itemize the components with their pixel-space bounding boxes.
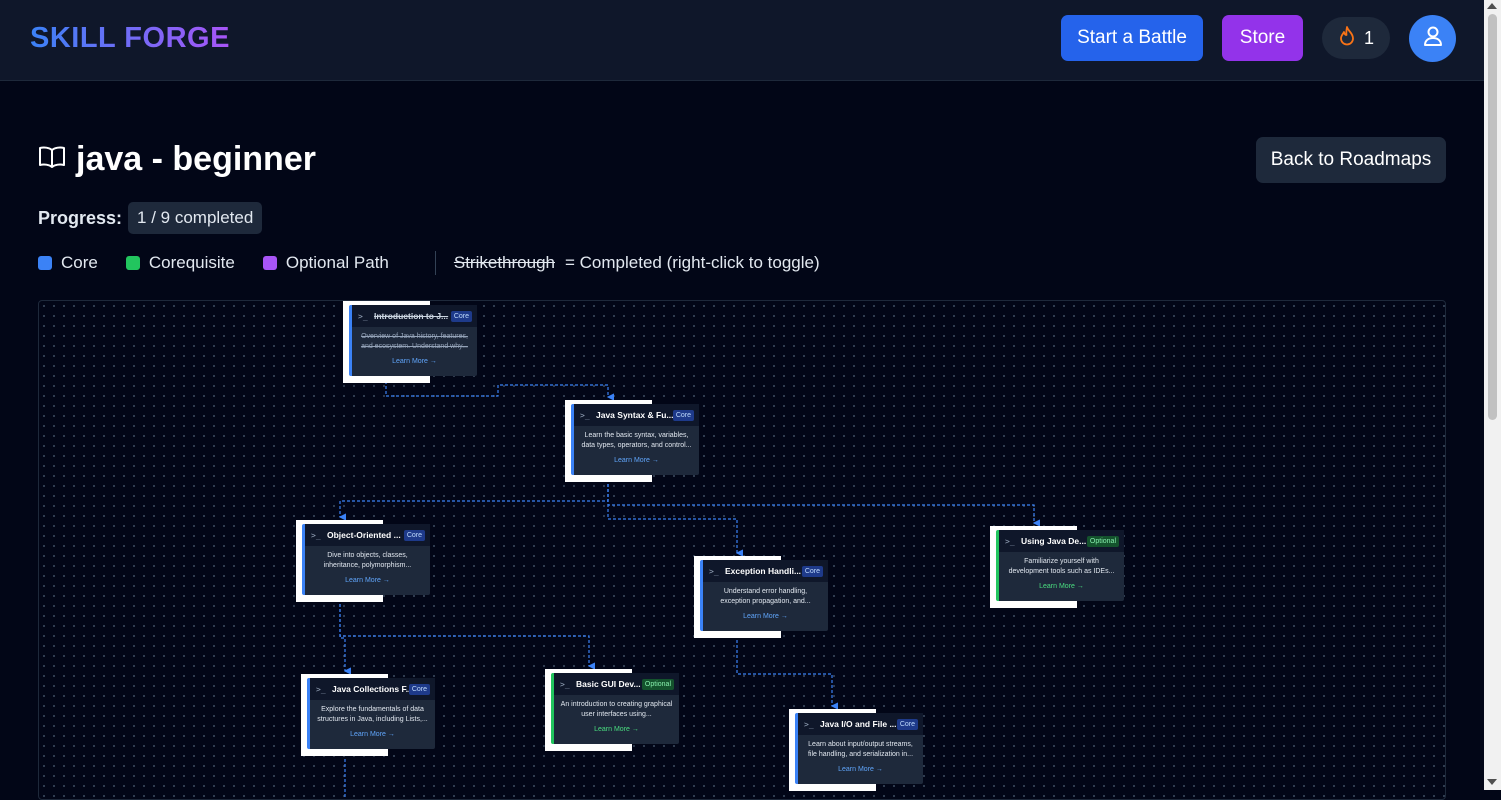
node-description: Explore the fundamentals of data structu… [317, 706, 428, 723]
legend-core: Core [38, 253, 98, 273]
learn-more-link[interactable]: Learn More → [574, 457, 699, 464]
learn-more-link[interactable]: Learn More → [999, 583, 1124, 590]
edge-intro-syntax [385, 381, 614, 401]
node-tag: Optional [641, 678, 674, 690]
streak-count: 1 [1363, 27, 1374, 48]
node-title: Using Java De... [1021, 536, 1087, 546]
progress-label: Progress: [38, 207, 123, 228]
legend-divider [434, 251, 436, 275]
app-logo[interactable]: SKILL FORGE [30, 22, 230, 55]
page-header: java - beginner [38, 140, 316, 179]
corequisite-swatch [125, 256, 140, 270]
learn-more-link[interactable]: Learn More → [554, 726, 679, 733]
learn-more-link[interactable]: Learn More → [352, 358, 477, 365]
node-title: Java I/O and File ... [820, 719, 897, 729]
page-title: java - beginner [76, 140, 316, 178]
legend-strike-word: Strikethrough [453, 253, 555, 272]
node-description: Familiarize yourself with development to… [1008, 558, 1115, 575]
back-to-roadmaps-button[interactable]: Back to Roadmaps [1256, 137, 1446, 183]
node-tag: Core [408, 683, 430, 695]
scroll-down-arrow[interactable] [1487, 779, 1497, 785]
node-title: Exception Handli... [725, 566, 802, 576]
progress-badge: 1 / 9 completed [128, 202, 263, 234]
start-battle-button[interactable]: Start a Battle [1061, 15, 1203, 61]
learn-more-link[interactable]: Learn More → [305, 577, 430, 584]
optional-swatch [262, 256, 277, 270]
node-title: Introduction to J... [374, 311, 449, 321]
legend-strike-desc: = Completed (right-click to toggle) [565, 253, 820, 272]
node-description: Understand error handling, exception pro… [720, 588, 811, 605]
edge-syntax-oop [338, 484, 609, 521]
node-tag: Core [801, 565, 823, 577]
edge-syntax-tools [607, 484, 1040, 527]
edge-oop-gui [339, 604, 595, 670]
terminal-icon: >_ [358, 311, 368, 321]
node-title: Java Syntax & Fu... [596, 410, 673, 420]
node-description: Learn about input/output streams, file h… [807, 741, 914, 758]
top-navbar: SKILL FORGE Start a Battle Store 1 [0, 0, 1484, 81]
node-description: An introduction to creating graphical us… [560, 701, 673, 718]
terminal-icon: >_ [316, 684, 326, 694]
learn-more-link[interactable]: Learn More → [798, 766, 923, 773]
edge-exception-io [736, 640, 838, 710]
scroll-thumb[interactable] [1488, 14, 1497, 420]
book-open-icon [38, 145, 66, 174]
legend: Core Corequisite Optional Path Strikethr… [38, 251, 820, 275]
streak-counter[interactable]: 1 [1322, 17, 1390, 59]
roadmap-edges [338, 381, 1040, 799]
user-icon [1421, 24, 1445, 53]
learn-more-link[interactable]: Learn More → [703, 613, 828, 620]
edge-oop-collections [339, 604, 351, 675]
roadmap-canvas[interactable]: >_ Introduction to J... Core Overview of… [38, 300, 1446, 800]
node-description: Learn the basic syntax, variables, data … [581, 432, 692, 449]
node-description: Dive into objects, classes, inheritance,… [323, 552, 412, 569]
terminal-icon: >_ [311, 530, 321, 540]
terminal-icon: >_ [709, 566, 719, 576]
legend-corequisite-label: Corequisite [148, 253, 235, 272]
progress-row: Progress: 1 / 9 completed [38, 202, 263, 234]
node-tag: Core [403, 529, 425, 541]
terminal-icon: >_ [580, 410, 590, 420]
flame-icon [1338, 25, 1356, 51]
legend-optional: Optional Path [262, 253, 389, 273]
terminal-icon: >_ [804, 719, 814, 729]
edge-syntax-exception [607, 484, 743, 557]
learn-more-link[interactable]: Learn More → [310, 731, 435, 738]
node-tag: Core [896, 718, 918, 730]
node-title: Basic GUI Dev... [576, 679, 641, 689]
store-button[interactable]: Store [1222, 15, 1303, 61]
node-description: Overview of Java history, features, and … [361, 333, 468, 350]
core-swatch [38, 256, 52, 270]
legend-corequisite: Corequisite [125, 253, 235, 273]
terminal-icon: >_ [1005, 536, 1015, 546]
node-title: Object-Oriented ... [327, 530, 401, 540]
legend-core-label: Core [61, 253, 98, 272]
node-tag: Core [672, 409, 694, 421]
scroll-up-arrow[interactable] [1487, 3, 1497, 9]
user-avatar[interactable] [1409, 15, 1456, 62]
legend-optional-label: Optional Path [285, 253, 389, 272]
terminal-icon: >_ [560, 679, 570, 689]
page-scrollbar[interactable] [1484, 0, 1501, 790]
node-tag: Optional [1086, 535, 1119, 547]
node-tag: Core [450, 310, 472, 322]
node-title: Java Collections F... [332, 684, 409, 694]
